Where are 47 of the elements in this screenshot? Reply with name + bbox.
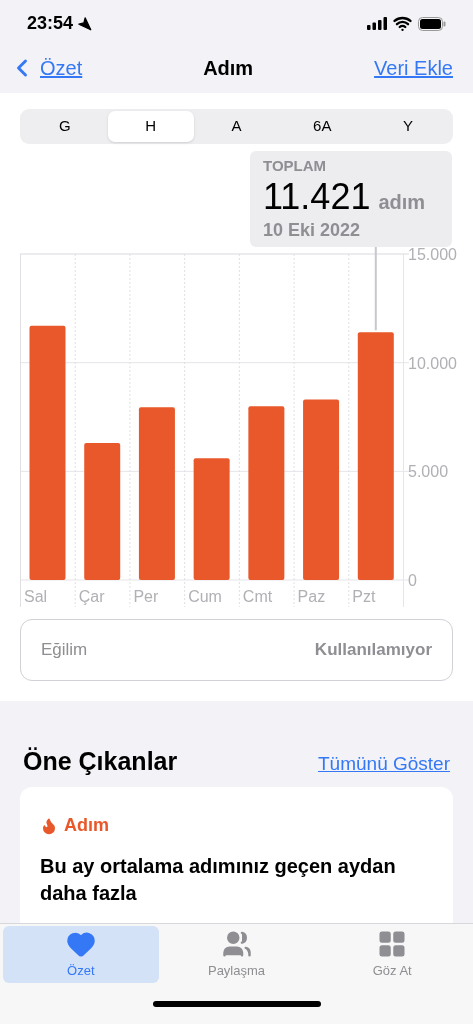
summary-unit: adım (378, 190, 426, 215)
bar[interactable] (303, 399, 340, 580)
axis-label: 10.000 (408, 354, 457, 372)
axis-label: Cum (188, 587, 222, 605)
highlight-card[interactable]: Adım Bu ay ortalama adımınız geçen aydan daha fazla (20, 787, 453, 923)
show-all-link[interactable]: Tümünü Göster (318, 749, 450, 780)
signal-icon (367, 17, 387, 31)
axis-label: Paz (297, 587, 326, 605)
summary-caption: TOPLAM (263, 155, 328, 176)
bar[interactable] (84, 442, 121, 580)
trend-row[interactable]: Eğilim Kullanılamıyor (20, 618, 453, 681)
trend-label: Eğilim (41, 638, 88, 661)
axis-label: 5.000 (408, 462, 449, 480)
axis-label: 0 (408, 571, 417, 589)
segment-tab[interactable]: 6A (279, 110, 366, 142)
summary-value: 11.421 (263, 177, 371, 217)
segment-tab[interactable]: H (107, 110, 194, 142)
axis-label: Çar (78, 587, 105, 605)
axis-label: Per (133, 587, 159, 605)
tab-bar-item[interactable]: Özet (3, 926, 159, 983)
axis-label: Sal (24, 587, 48, 605)
card-category: Adım (64, 814, 109, 837)
add-data-link[interactable]: Veri Ekle (374, 52, 461, 83)
trend-value: Kullanılamıyor (314, 638, 432, 661)
axis-label: 15.000 (408, 245, 457, 263)
segment-tab[interactable]: Y (365, 110, 451, 142)
bar[interactable] (29, 325, 66, 580)
tab-bar-item[interactable]: Göz At (314, 926, 470, 983)
bar[interactable] (357, 331, 394, 580)
page-title: Adım (203, 55, 254, 81)
summary-date: 10 Eki 2022 (263, 219, 362, 242)
axis-label: Pzt (352, 587, 376, 605)
location-icon (77, 16, 93, 32)
segment-tab[interactable]: A (193, 110, 280, 142)
bar[interactable] (138, 406, 175, 580)
wifi-icon (393, 14, 412, 34)
axis-label: Cmt (242, 587, 273, 605)
segment-tab[interactable]: G (22, 110, 108, 142)
bar[interactable] (248, 405, 285, 580)
battery-icon (418, 16, 446, 31)
section-title: Öne Çıkanlar (23, 745, 178, 777)
flame-icon (40, 816, 58, 835)
card-text: Bu ay ortalama adımınız geçen aydan daha fazla (40, 854, 397, 906)
tab-bar-item[interactable]: Paylaşma (158, 926, 315, 983)
bar[interactable] (193, 457, 230, 580)
status-time: 23:54 (27, 12, 74, 36)
back-button[interactable]: Özet (12, 52, 83, 83)
